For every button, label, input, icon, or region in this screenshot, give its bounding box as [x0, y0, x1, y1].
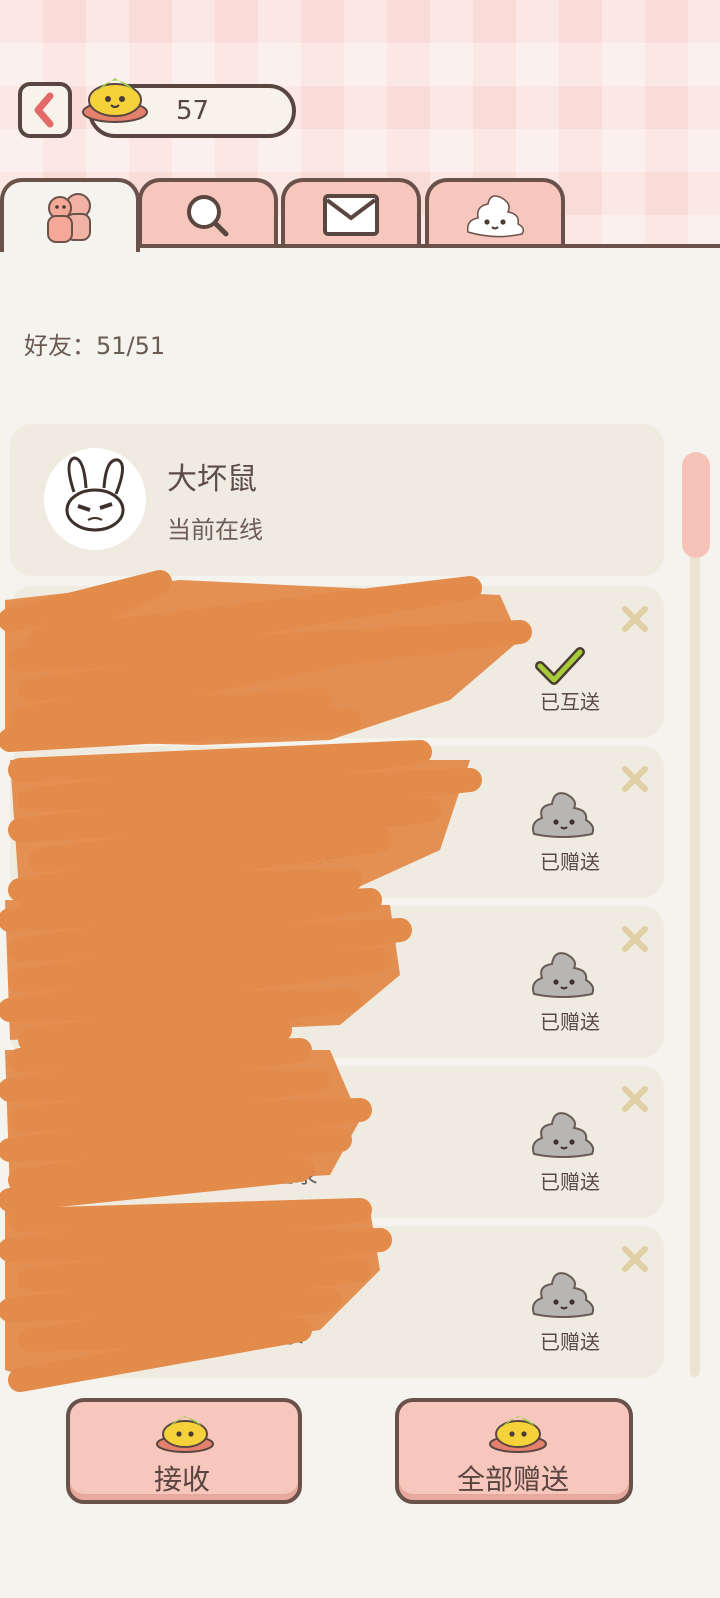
friend-row[interactable]: 已赠送 登录 — [10, 1066, 664, 1218]
gift-status: 已赠送 — [540, 1010, 600, 1034]
send-all-label: 全部赠送 — [457, 1463, 570, 1496]
friend-row[interactable]: 已赠送 录 — [10, 746, 664, 898]
friend-status: 录 — [280, 1320, 304, 1348]
poop-coin-icon — [82, 78, 148, 123]
gray-poop-icon — [532, 952, 595, 998]
remove-friend-icon[interactable] — [620, 924, 650, 954]
coin-count: 57 — [176, 96, 210, 126]
remove-friend-icon[interactable] — [620, 764, 650, 794]
poop-icon — [466, 195, 525, 238]
friend-row[interactable]: 已赠送 小时前登录 — [10, 906, 664, 1058]
friend-row[interactable]: 已赠送 录 — [10, 1226, 664, 1378]
receive-label: 接收 — [154, 1463, 211, 1496]
friends-count: 好友：51/51 — [24, 332, 166, 360]
friend-status: 录 — [310, 840, 334, 868]
avatar[interactable] — [44, 448, 146, 550]
poop-coin-icon — [489, 1416, 547, 1453]
self-name: 大坏鼠 — [167, 462, 257, 497]
tab-search[interactable] — [138, 178, 278, 248]
chevron-left-icon — [34, 92, 54, 128]
friend-status: 登录 — [270, 1160, 318, 1188]
gray-poop-icon — [532, 1272, 595, 1318]
gift-status: 已赠送 — [540, 1330, 600, 1354]
tab-poop[interactable] — [425, 178, 565, 248]
friends-icon — [47, 193, 91, 243]
gift-status: 已赠送 — [540, 850, 600, 874]
scrollbar-track[interactable] — [690, 452, 700, 1377]
friend-status: 小时前登录 — [180, 1000, 300, 1028]
self-status: 当前在线 — [167, 516, 263, 544]
receive-button[interactable]: 接收 — [66, 1398, 302, 1504]
back-button[interactable] — [18, 82, 72, 138]
gray-poop-icon — [532, 792, 595, 838]
search-icon — [187, 195, 229, 237]
scrollbar-thumb[interactable] — [682, 452, 710, 558]
tab-friends[interactable] — [0, 178, 140, 252]
gift-status: 已互送 — [540, 690, 600, 714]
remove-friend-icon[interactable] — [620, 1084, 650, 1114]
rabbit-avatar-icon — [65, 456, 125, 532]
gray-poop-icon — [532, 1112, 595, 1158]
mail-icon — [323, 194, 379, 236]
send-all-button[interactable]: 全部赠送 — [395, 1398, 633, 1504]
self-card: 大坏鼠 当前在线 — [10, 424, 664, 576]
remove-friend-icon[interactable] — [620, 1244, 650, 1274]
gift-status: 已赠送 — [540, 1170, 600, 1194]
poop-coin-icon — [156, 1416, 214, 1453]
friend-row[interactable]: 已互送 — [10, 586, 664, 738]
check-icon — [535, 647, 585, 685]
remove-friend-icon[interactable] — [620, 604, 650, 634]
tab-mail[interactable] — [281, 178, 421, 248]
